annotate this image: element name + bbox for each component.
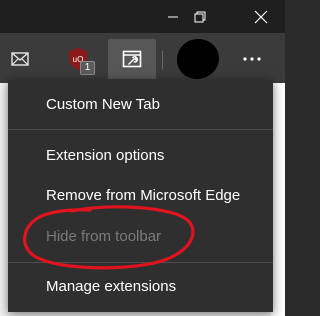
close-button[interactable] — [238, 0, 284, 33]
restore-button[interactable] — [177, 0, 223, 33]
mail-extension-button[interactable] — [4, 43, 36, 75]
custom-new-tab-icon — [122, 50, 142, 68]
menu-separator — [8, 262, 273, 263]
extension-context-menu: Custom New Tab Extension options Remove … — [8, 80, 273, 312]
restore-icon — [194, 11, 206, 22]
menu-item-extension-options[interactable]: Extension options — [8, 136, 273, 176]
title-bar — [0, 0, 285, 33]
more-horizontal-icon — [243, 57, 261, 61]
extension-badge-count: 1 — [80, 61, 95, 75]
menu-item-remove-from-edge[interactable]: Remove from Microsoft Edge — [8, 176, 273, 216]
menu-item-custom-new-tab[interactable]: Custom New Tab — [8, 85, 273, 125]
toolbar-separator — [162, 51, 163, 69]
mail-icon — [11, 52, 29, 66]
menu-separator — [8, 129, 273, 130]
profile-avatar[interactable] — [177, 39, 219, 79]
close-icon — [254, 10, 268, 23]
page-edge — [271, 83, 285, 316]
browser-toolbar: uO — [0, 33, 285, 83]
menu-item-hide-from-toolbar: Hide from toolbar — [46, 228, 162, 245]
custom-new-tab-extension-button[interactable] — [108, 39, 156, 79]
settings-and-more-button[interactable] — [236, 43, 268, 75]
menu-item-manage-extensions[interactable]: Manage extensions — [8, 267, 273, 307]
